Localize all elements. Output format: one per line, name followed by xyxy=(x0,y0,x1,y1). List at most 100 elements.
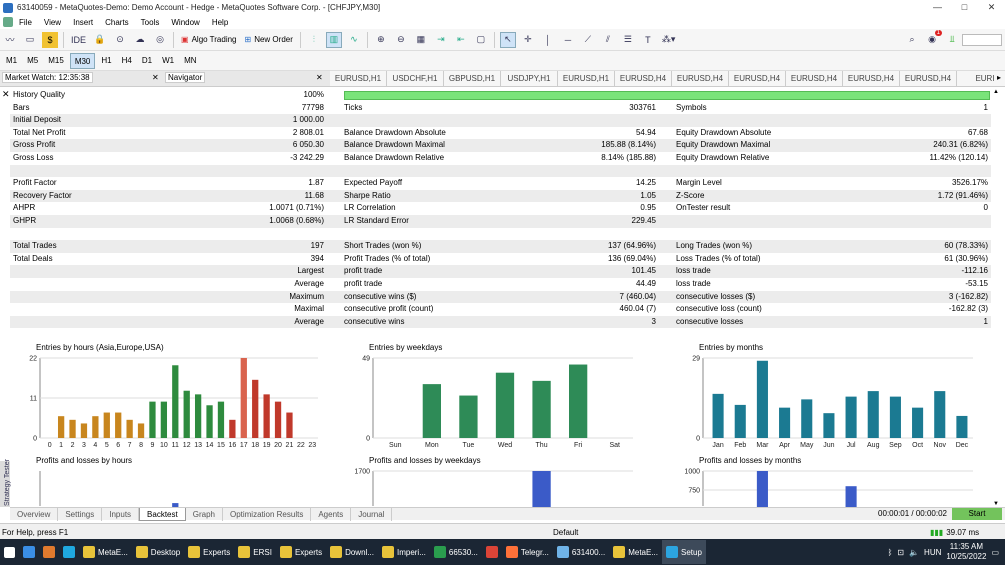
tab-journal[interactable]: Journal xyxy=(351,507,393,521)
taskbar-item[interactable]: Desktop xyxy=(132,540,184,564)
timeframe-m15[interactable]: M15 xyxy=(44,53,68,69)
volume-icon[interactable]: 🔈 xyxy=(909,548,919,557)
horizontal-line-icon[interactable]: ─ xyxy=(560,32,576,48)
clock[interactable]: 11:35 AM 10/25/2022 xyxy=(946,542,986,562)
market-watch-title[interactable]: Market Watch: 12:35:38 xyxy=(2,72,93,83)
taskbar-item[interactable]: 66530... xyxy=(430,540,482,564)
vertical-scrollbar[interactable]: ▲ ▼ xyxy=(993,89,1003,507)
signal-strength-icon[interactable]: ⫫ xyxy=(944,32,960,48)
tab-overview[interactable]: Overview xyxy=(10,507,59,521)
search-icon[interactable]: ⌕ xyxy=(904,32,920,48)
screenshot-icon[interactable]: ▢ xyxy=(473,32,489,48)
menu-window[interactable]: Window xyxy=(165,18,205,27)
candle-chart-icon[interactable]: ▥ xyxy=(325,31,342,48)
timeframe-m1[interactable]: M1 xyxy=(2,53,21,69)
cloud-icon[interactable]: ☁ xyxy=(132,32,148,48)
search-input[interactable] xyxy=(962,33,1002,46)
notifications-icon[interactable]: ◉ 1 xyxy=(924,29,942,48)
signals-icon[interactable]: ⊙ xyxy=(112,32,128,48)
taskbar-item[interactable]: Experts xyxy=(184,540,234,564)
lock-icon[interactable]: 🔒 xyxy=(92,32,108,48)
bar-chart-icon[interactable]: ⫶ xyxy=(306,32,322,48)
chart-shift-icon[interactable]: ⇤ xyxy=(453,32,469,48)
taskbar-item[interactable]: Telegr... xyxy=(502,540,553,564)
chart-tab[interactable]: EURUSD,H4 xyxy=(843,71,900,86)
taskbar-item[interactable]: Setup xyxy=(662,540,706,564)
taskbar-item[interactable] xyxy=(19,540,39,564)
menu-insert[interactable]: Insert xyxy=(67,18,99,27)
chart-tab[interactable]: USDJPY,H1 xyxy=(501,71,558,86)
tab-graph[interactable]: Graph xyxy=(186,507,223,521)
trend-line-icon[interactable]: ⟋ xyxy=(580,32,596,48)
taskbar-item[interactable] xyxy=(482,540,502,564)
menu-tools[interactable]: Tools xyxy=(135,18,166,27)
taskbar-item[interactable]: Downl... xyxy=(326,540,378,564)
chart-tab[interactable]: EURUSD,H1 xyxy=(330,71,387,86)
chart-tab[interactable]: EURUSD,H4 xyxy=(672,71,729,86)
timeframe-m30[interactable]: M30 xyxy=(69,52,96,69)
chart-tab[interactable]: EURUSD,H1 xyxy=(558,71,615,86)
taskbar-item[interactable] xyxy=(59,540,79,564)
start-menu-button[interactable] xyxy=(0,540,19,564)
text-icon[interactable]: T xyxy=(640,32,656,48)
zoom-out-icon[interactable]: ⊖ xyxy=(393,32,409,48)
chart-tab[interactable]: EURUSD,H4 xyxy=(615,71,672,86)
language-indicator[interactable]: HUN xyxy=(924,548,941,557)
taskbar-item[interactable]: MetaE... xyxy=(609,540,662,564)
tab-agents[interactable]: Agents xyxy=(311,507,352,521)
timeframe-w1[interactable]: W1 xyxy=(158,53,178,69)
network-icon[interactable]: ⊡ xyxy=(897,548,904,557)
navigator-title[interactable]: Navigator xyxy=(165,72,206,83)
timeframe-h1[interactable]: H1 xyxy=(97,53,115,69)
chart-tab[interactable]: USDCHF,H1 xyxy=(387,71,444,86)
close-button[interactable]: ✕ xyxy=(978,0,1005,15)
taskbar-item[interactable] xyxy=(39,540,59,564)
menu-file[interactable]: File xyxy=(13,18,38,27)
timeframe-d1[interactable]: D1 xyxy=(138,53,156,69)
maximize-button[interactable]: □ xyxy=(951,0,978,15)
taskbar-item[interactable]: MetaE... xyxy=(79,540,132,564)
timeframe-m5[interactable]: M5 xyxy=(23,53,42,69)
market-watch-close-icon[interactable]: ✕ xyxy=(152,73,159,82)
status-connection[interactable]: ▮▮▮ 39.07 ms xyxy=(930,528,979,537)
start-button[interactable]: Start xyxy=(952,508,1002,520)
channel-icon[interactable]: ⫽ xyxy=(600,32,616,48)
cursor-icon[interactable]: ↖ xyxy=(499,31,516,48)
tab-inputs[interactable]: Inputs xyxy=(102,507,140,521)
chart-tab[interactable]: EURUSD,H4 xyxy=(900,71,957,86)
tile-windows-icon[interactable]: ▦ xyxy=(413,32,429,48)
vps-icon[interactable]: ◎ xyxy=(152,32,168,48)
timeframe-h4[interactable]: H4 xyxy=(118,53,136,69)
tester-close-icon[interactable]: ✕ xyxy=(2,89,10,100)
minimize-button[interactable]: — xyxy=(924,0,951,15)
status-profile[interactable]: Default xyxy=(553,528,578,537)
tabs-scroll-right-icon[interactable]: ▸ xyxy=(997,73,1001,82)
bluetooth-icon[interactable]: ᛒ xyxy=(888,548,893,557)
taskbar-item[interactable]: 631400... xyxy=(553,540,609,564)
notification-center-icon[interactable]: ▭ xyxy=(991,548,999,557)
tab-optimization-results[interactable]: Optimization Results xyxy=(223,507,312,521)
line-chart-icon[interactable]: ∿ xyxy=(346,32,362,48)
zoom-in-icon[interactable]: ⊕ xyxy=(373,32,389,48)
profile-icon[interactable]: $ xyxy=(42,31,58,48)
vertical-line-icon[interactable]: │ xyxy=(540,32,556,48)
fibonacci-icon[interactable]: ☰ xyxy=(620,32,636,48)
timeframe-mn[interactable]: MN xyxy=(180,53,200,69)
chart-tab[interactable]: EURUSD,H4 xyxy=(729,71,786,86)
menu-help[interactable]: Help xyxy=(206,18,234,27)
navigator-close-icon[interactable]: ✕ xyxy=(316,73,323,82)
autoscroll-icon[interactable]: ⇥ xyxy=(433,32,449,48)
chart-tab[interactable]: EURUSD,H4 xyxy=(786,71,843,86)
taskbar-item[interactable]: ERSI xyxy=(234,540,276,564)
tab-backtest[interactable]: Backtest xyxy=(139,507,186,521)
shapes-icon[interactable]: ⁂▾ xyxy=(660,32,678,48)
algo-trading-button[interactable]: ▣ Algo Trading xyxy=(179,32,238,48)
taskbar-item[interactable]: Experts xyxy=(276,540,326,564)
chart-tab[interactable]: GBPUSD,H1 xyxy=(444,71,501,86)
tab-settings[interactable]: Settings xyxy=(58,507,103,521)
menu-view[interactable]: View xyxy=(38,18,67,27)
taskbar-item[interactable]: Imperi... xyxy=(378,540,430,564)
crosshair-icon[interactable]: ✛ xyxy=(520,32,536,48)
ide-button[interactable]: IDE xyxy=(69,32,88,48)
scroll-up-icon[interactable]: ▲ xyxy=(993,89,999,95)
